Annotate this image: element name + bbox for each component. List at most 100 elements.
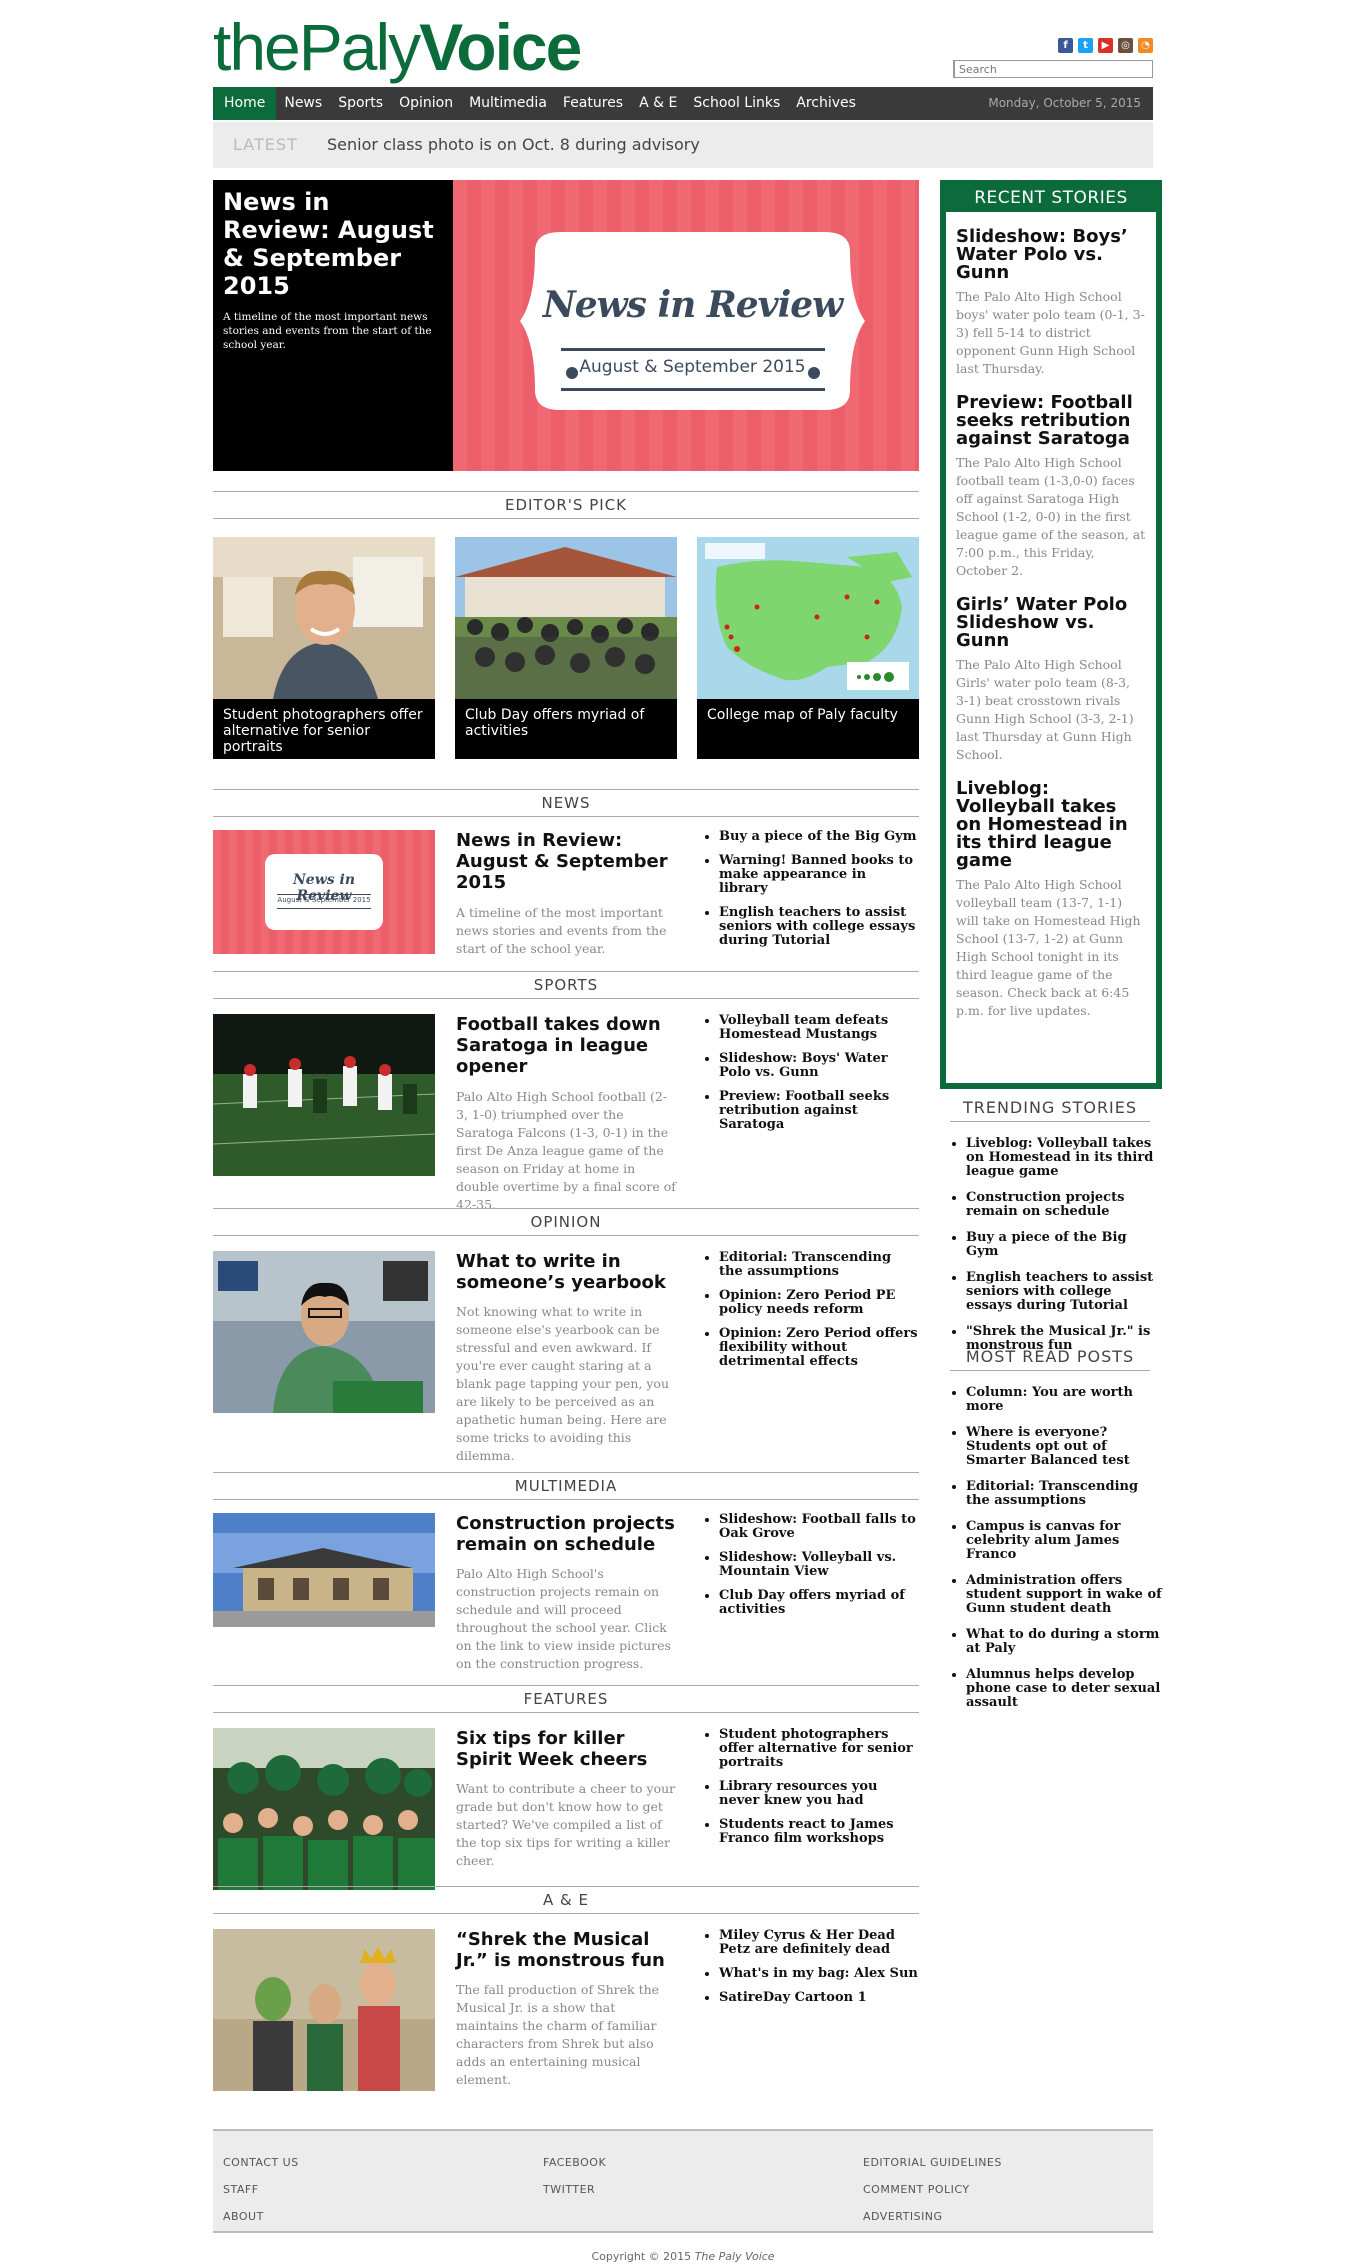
featured-story[interactable]: News in Review: August & September 2015 … [213,180,919,471]
news-thumb[interactable]: News in Review August & September 2015 [213,830,435,954]
featured-image[interactable]: News in Review August & September 2015 [453,180,919,471]
most-read-item[interactable]: Column: You are worth more [966,1386,1162,1414]
news-story-title[interactable]: News in Review: August & September 2015 [456,830,676,893]
most-read-list: Column: You are worth more Where is ever… [950,1386,1162,1722]
footer-link-advertising[interactable]: ADVERTISING [863,2203,1002,2230]
footer-link-about[interactable]: ABOUT [223,2203,299,2230]
sports-link[interactable]: Slideshow: Boys' Water Polo vs. Gunn [719,1052,919,1080]
features-story-title[interactable]: Six tips for killer Spirit Week cheers [456,1728,676,1770]
most-read-item[interactable]: Administration offers student support in… [966,1574,1162,1616]
copyright-prefix: Copyright © 2015 [591,2250,692,2263]
nav-item-features[interactable]: Features [555,87,631,120]
opinion-thumb[interactable] [213,1251,435,1413]
most-read-heading: MOST READ POSTS [950,1344,1150,1371]
footer-link-facebook[interactable]: FACEBOOK [543,2149,606,2176]
logo-voice: Voice [419,10,582,84]
opinion-link[interactable]: Opinion: Zero Period PE policy needs ref… [719,1289,919,1317]
most-read-item[interactable]: Where is everyone? Students opt out of S… [966,1426,1162,1468]
trending-item[interactable]: English teachers to assist seniors with … [966,1271,1162,1313]
recent-story-summary: The Palo Alto High School football team … [956,455,1146,578]
nav-item-multimedia[interactable]: Multimedia [461,87,555,120]
multimedia-thumb[interactable] [213,1513,435,1627]
nav-item-home[interactable]: Home [213,87,277,120]
news-link[interactable]: Buy a piece of the Big Gym [719,830,919,844]
nav-item-news[interactable]: News [276,87,330,120]
news-link[interactable]: English teachers to assist seniors with … [719,906,919,948]
site-logo[interactable]: thePalyVoice [213,10,582,84]
trending-item[interactable]: Construction projects remain on schedule [966,1191,1162,1219]
multimedia-link[interactable]: Slideshow: Football falls to Oak Grove [719,1513,919,1541]
multimedia-story-title[interactable]: Construction projects remain on schedule [456,1513,676,1555]
sports-link[interactable]: Preview: Football seeks retribution agai… [719,1090,919,1132]
recent-story-title[interactable]: Slideshow: Boys’ Water Polo vs. Gunn [956,228,1146,282]
opinion-link[interactable]: Opinion: Zero Period offers flexibility … [719,1327,919,1369]
nav-item-ae[interactable]: A & E [631,87,685,120]
features-link[interactable]: Students react to James Franco film work… [719,1818,919,1846]
sports-links: Volleyball team defeats Homestead Mustan… [703,1014,919,1142]
features-link[interactable]: Student photographers offer alternative … [719,1728,919,1770]
opinion-story-summary: Not knowing what to write in someone els… [456,1304,670,1463]
featured-title[interactable]: News in Review: August & September 2015 [223,188,443,300]
ae-link[interactable]: SatireDay Cartoon 1 [719,1991,919,2005]
nav-item-opinion[interactable]: Opinion [391,87,461,120]
recent-story-title[interactable]: Liveblog: Volleyball takes on Homestead … [956,780,1146,870]
social-links: f t ▶ ◎ ◔ [1058,38,1153,53]
footer-link-comment-policy[interactable]: COMMENT POLICY [863,2176,1002,2203]
nav-item-school-links[interactable]: School Links [685,87,788,120]
editors-pick-item[interactable]: College map of Paly faculty [697,537,919,759]
search-input[interactable] [953,60,1153,78]
opinion-story-title[interactable]: What to write in someone’s yearbook [456,1251,676,1293]
nav-item-sports[interactable]: Sports [330,87,391,120]
facebook-icon[interactable]: f [1058,38,1073,53]
most-read-item[interactable]: Editorial: Transcending the assumptions [966,1480,1162,1508]
multimedia-link[interactable]: Club Day offers myriad of activities [719,1589,919,1617]
section-heading-multimedia: MULTIMEDIA [213,1472,919,1500]
logo-the: the [213,10,301,84]
features-link[interactable]: Library resources you never knew you had [719,1780,919,1808]
section-heading-features: FEATURES [213,1685,919,1713]
sports-thumb[interactable] [213,1014,435,1176]
footer-link-contact[interactable]: CONTACT US [223,2149,299,2176]
editors-pick-item[interactable]: Student photographers offer alternative … [213,537,435,759]
latest-headline[interactable]: Senior class photo is on Oct. 8 during a… [327,122,700,168]
section-heading-sports: SPORTS [213,971,919,999]
footer-link-twitter[interactable]: TWITTER [543,2176,606,2203]
trending-item[interactable]: Liveblog: Volleyball takes on Homestead … [966,1137,1162,1179]
twitter-icon[interactable]: t [1078,38,1093,53]
pick-caption[interactable]: College map of Paly faculty [697,699,919,759]
ae-link[interactable]: Miley Cyrus & Her Dead Petz are definite… [719,1929,919,1957]
pick-photo-club-day [455,537,677,699]
nav-item-archives[interactable]: Archives [788,87,864,120]
ae-link[interactable]: What's in my bag: Alex Sun [719,1967,919,1981]
youtube-icon[interactable]: ▶ [1098,38,1113,53]
pick-caption[interactable]: Club Day offers myriad of activities [455,699,677,759]
pick-caption[interactable]: Student photographers offer alternative … [213,699,435,759]
ae-thumb[interactable] [213,1929,435,2091]
recent-story-title[interactable]: Girls’ Water Polo Slideshow vs. Gunn [956,596,1146,650]
trending-heading: TRENDING STORIES [950,1095,1150,1122]
divider [277,908,371,909]
trending-item[interactable]: Buy a piece of the Big Gym [966,1231,1162,1259]
ae-story-title[interactable]: “Shrek the Musical Jr.” is monstrous fun [456,1929,676,1971]
multimedia-link[interactable]: Slideshow: Volleyball vs. Mountain View [719,1551,919,1579]
opinion-link[interactable]: Editorial: Transcending the assumptions [719,1251,919,1279]
editors-pick-item[interactable]: Club Day offers myriad of activities [455,537,677,759]
sports-link[interactable]: Volleyball team defeats Homestead Mustan… [719,1014,919,1042]
news-link[interactable]: Warning! Banned books to make appearance… [719,854,919,896]
sports-story-title[interactable]: Football takes down Saratoga in league o… [456,1014,676,1077]
recent-story-summary: The Palo Alto High School volleyball tea… [956,877,1141,1018]
featured-text-panel: News in Review: August & September 2015 … [213,180,453,471]
most-read-item[interactable]: Campus is canvas for celebrity alum Jame… [966,1520,1162,1562]
rss-icon[interactable]: ◔ [1138,38,1153,53]
features-thumb[interactable] [213,1728,435,1890]
section-heading-ae: A & E [213,1886,919,1914]
most-read-item[interactable]: What to do during a storm at Paly [966,1628,1162,1656]
instagram-icon[interactable]: ◎ [1118,38,1133,53]
trending-list: Liveblog: Volleyball takes on Homestead … [950,1137,1162,1365]
footer-column: CONTACT US STAFF ABOUT [223,2149,299,2230]
footer-link-staff[interactable]: STAFF [223,2176,299,2203]
most-read-item[interactable]: Alumnus helps develop phone case to dete… [966,1668,1162,1710]
multimedia-links: Slideshow: Football falls to Oak Grove S… [703,1513,919,1627]
footer-link-editorial-guidelines[interactable]: EDITORIAL GUIDELINES [863,2149,1002,2176]
recent-story-title[interactable]: Preview: Football seeks retribution agai… [956,394,1146,448]
